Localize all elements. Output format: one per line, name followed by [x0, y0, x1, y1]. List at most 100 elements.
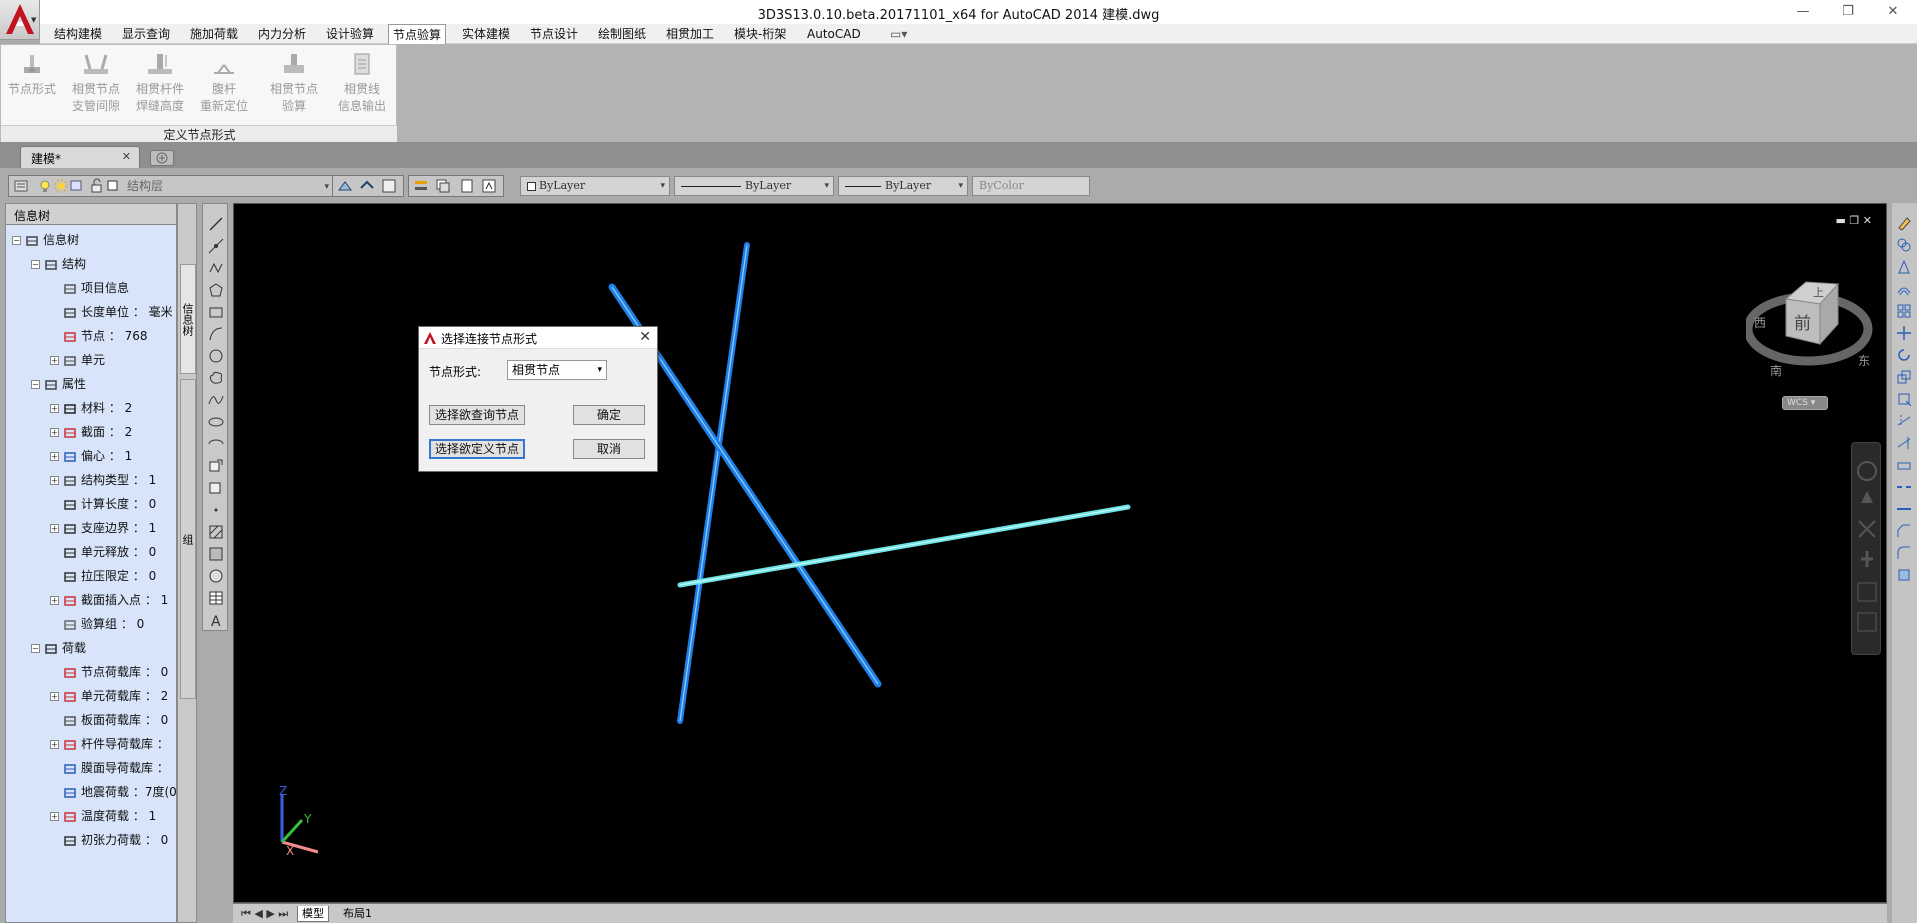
color-dropdown[interactable]: ByLayer ▾ [520, 176, 670, 196]
tree-node[interactable]: + 偏心 ： 1 [50, 446, 132, 466]
lineweight-dropdown[interactable]: ByLayer ▾ [838, 176, 968, 196]
gradient-icon[interactable] [208, 546, 224, 562]
tree-node[interactable]: 项目信息 [50, 278, 129, 298]
explode-icon[interactable] [1896, 567, 1912, 583]
tab-joint-check[interactable]: 节点验算 [388, 24, 447, 44]
spline-icon[interactable] [208, 392, 224, 408]
tab-design-check[interactable]: 设计验算 [322, 24, 378, 44]
tab-joint-design[interactable]: 节点设计 [526, 24, 582, 44]
tree-node[interactable]: 拉压限定 ： 0 [50, 566, 156, 586]
joint-form-select[interactable]: 相贯节点 ▾ [507, 360, 607, 380]
scale-icon[interactable] [1896, 369, 1912, 385]
array-icon[interactable] [1896, 303, 1912, 319]
insert-block-icon[interactable] [208, 458, 224, 474]
region-icon[interactable] [208, 568, 224, 584]
layout-nav-arrows[interactable]: ⏮ ◀ ▶ ⏭ [237, 906, 292, 922]
tree-node[interactable]: 节点 ： 768 [50, 326, 148, 346]
layer-state-icon[interactable] [381, 178, 397, 194]
tree-node[interactable]: 计算长度 ： 0 [50, 494, 156, 514]
revision-cloud-icon[interactable] [208, 370, 224, 386]
tab-overflow-icon[interactable]: ▭▾ [886, 24, 911, 44]
tab-drawing[interactable]: 绘制图纸 [594, 24, 650, 44]
viewport-freeze-icon[interactable] [69, 178, 85, 194]
break-at-point-icon[interactable] [1896, 457, 1912, 473]
file-tab[interactable]: 建模* ✕ [20, 146, 140, 168]
tab-solid-modeling[interactable]: 实体建模 [458, 24, 514, 44]
wcs-menu[interactable]: WCS ▾ [1782, 396, 1828, 410]
tree-node[interactable]: − 属性 [31, 374, 86, 394]
move-icon[interactable] [1896, 325, 1912, 341]
expand-icon[interactable]: + [50, 740, 59, 749]
join-icon[interactable] [1896, 501, 1912, 517]
tree-node[interactable]: 单元释放 ： 0 [50, 542, 156, 562]
plotstyle-dropdown[interactable]: ByColor [972, 176, 1090, 196]
multiline-text-icon[interactable]: A [208, 612, 224, 628]
offset-icon[interactable] [1896, 281, 1912, 297]
table-icon[interactable] [208, 590, 224, 606]
copy-properties-icon[interactable] [435, 178, 451, 194]
tab-group[interactable]: 组 [180, 379, 196, 699]
tree-node[interactable]: + 截面 ： 2 [50, 422, 132, 442]
expand-icon[interactable]: + [50, 404, 59, 413]
construction-line-icon[interactable] [208, 238, 224, 254]
quick-select-icon[interactable] [481, 178, 497, 194]
joint-check-button[interactable]: 相贯节点 验算 [263, 51, 325, 115]
point-icon[interactable] [208, 502, 224, 518]
expand-icon[interactable]: + [50, 524, 59, 533]
list-icon[interactable] [459, 178, 475, 194]
line-tool-icon[interactable] [208, 216, 224, 232]
copy-icon[interactable] [1896, 237, 1912, 253]
tree-node[interactable]: 地震荷载 ：7度(0 [50, 782, 177, 802]
rectangle-icon[interactable] [208, 304, 224, 320]
tree-node[interactable]: 初张力荷载 ： 0 [50, 830, 168, 850]
tab-display-query[interactable]: 显示查询 [118, 24, 174, 44]
expand-icon[interactable]: + [50, 692, 59, 701]
stretch-icon[interactable] [1896, 391, 1912, 407]
close-icon[interactable]: ✕ [122, 150, 131, 163]
make-current-layer-icon[interactable] [337, 178, 353, 194]
collapse-icon[interactable]: − [12, 236, 21, 245]
cancel-button[interactable]: 取消 [573, 439, 645, 459]
arc-icon[interactable] [208, 326, 224, 342]
expand-icon[interactable]: + [50, 356, 59, 365]
navigation-bar-icons[interactable] [1852, 443, 1882, 653]
tab-force-analysis[interactable]: 内力分析 [254, 24, 310, 44]
intersect-gap-button[interactable]: 相贯节点 支管间隙 [65, 51, 127, 115]
rotate-icon[interactable] [1896, 347, 1912, 363]
ellipse-arc-icon[interactable] [208, 436, 224, 452]
collapse-icon[interactable]: − [31, 260, 40, 269]
erase-icon[interactable] [1896, 215, 1912, 231]
layer-previous-icon[interactable] [359, 178, 375, 194]
sun-icon[interactable] [53, 178, 69, 194]
chamfer-icon[interactable] [1896, 523, 1912, 539]
lock-icon[interactable] [89, 178, 105, 194]
web-reposition-button[interactable]: 腹杆 重新定位 [193, 51, 255, 115]
model-viewport[interactable]: ▬ ❐ ✕ 前 上 西 东 南 WCS ▾ X Y Z [233, 203, 1887, 903]
close-button[interactable]: ✕ [1873, 2, 1913, 22]
new-tab-button[interactable] [150, 150, 174, 166]
tab-apply-load[interactable]: 施加荷载 [186, 24, 242, 44]
tree-node[interactable]: + 单元荷载库 ： 2 [50, 686, 168, 706]
tree-node[interactable]: + 杆件导荷载库 ： [50, 734, 169, 754]
match-properties-icon[interactable] [413, 178, 429, 194]
layer-dropdown[interactable]: 结构层 ▾ [121, 177, 333, 197]
tab-autocad[interactable]: AutoCAD [803, 24, 865, 44]
tab-model[interactable]: 模型 [297, 906, 329, 922]
make-block-icon[interactable] [208, 480, 224, 496]
tree-node[interactable]: − 结构 [31, 254, 86, 274]
expand-icon[interactable]: + [50, 476, 59, 485]
expand-icon[interactable]: + [50, 428, 59, 437]
tree-node[interactable]: + 温度荷载 ： 1 [50, 806, 156, 826]
tree-node[interactable]: 验算组 ： 0 [50, 614, 144, 634]
tab-intersect-processing[interactable]: 相贯加工 [662, 24, 718, 44]
linetype-dropdown[interactable]: ByLayer ▾ [674, 176, 834, 196]
circle-icon[interactable] [208, 348, 224, 364]
tree-node[interactable]: 长度单位 ： 毫米 [50, 302, 173, 322]
minimize-button[interactable]: — [1783, 2, 1823, 22]
collapse-icon[interactable]: − [31, 644, 40, 653]
intersect-output-button[interactable]: 相贯线 信息输出 [331, 51, 393, 115]
ok-button[interactable]: 确定 [573, 405, 645, 425]
tree-node[interactable]: + 结构类型 ： 1 [50, 470, 156, 490]
tab-structure-modeling[interactable]: 结构建模 [50, 24, 106, 44]
collapse-icon[interactable]: − [31, 380, 40, 389]
